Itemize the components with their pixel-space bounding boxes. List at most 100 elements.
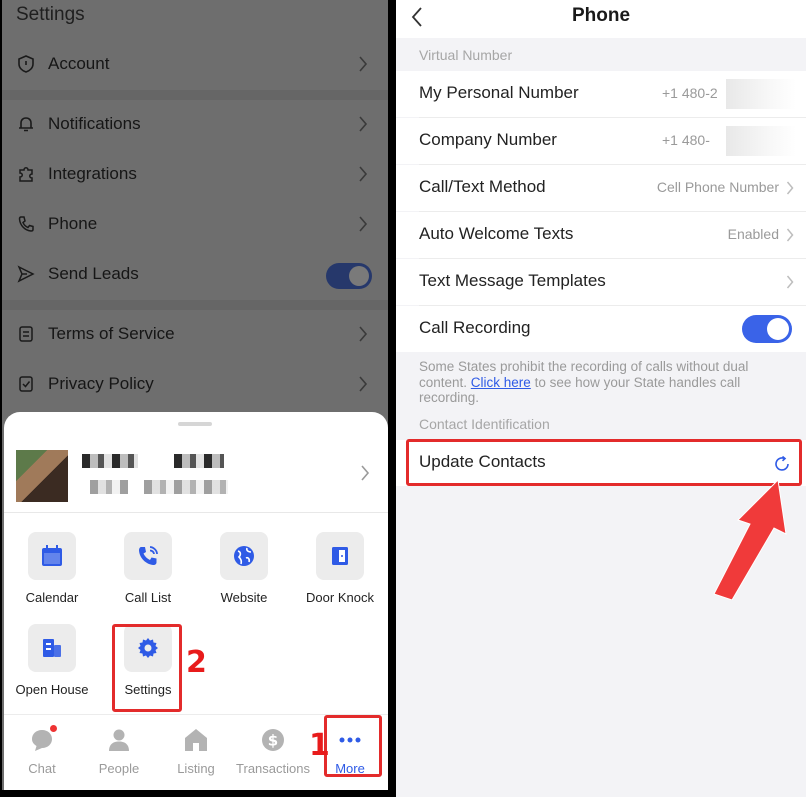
tile-call-list[interactable]: Call List [100,532,196,616]
settings-item-label: Notifications [48,114,141,133]
call-recording-note: Some States prohibit the recording of ca… [419,359,794,406]
svg-text:$: $ [268,732,278,750]
screenshot-stage: Settings Account Notifications Integrati… [0,0,806,797]
tile-icon-box [28,624,76,672]
nav-header: Phone [396,0,806,38]
tile-label: Website [220,590,268,605]
tab-label: People [98,761,140,776]
door-icon [332,547,348,565]
row-value: +1 480-2 [662,85,718,101]
tab-label: Listing [177,761,215,776]
settings-item-terms[interactable]: Terms of Service [2,310,388,360]
dollar-icon: $ [262,729,284,751]
row-text-message-templates[interactable]: Text Message Templates [396,259,806,305]
tile-label: Open House [15,682,89,697]
notification-badge [50,725,57,732]
tab-chat[interactable]: Chat [4,715,80,785]
row-label: Call/Text Method [419,177,546,196]
chevron-right-icon [359,326,368,342]
settings-item-label: Account [48,54,110,73]
calendar-icon [42,545,62,566]
section-header-contact-identification: Contact Identification [419,416,550,432]
settings-item-label: Integrations [48,164,137,183]
building-icon [43,639,61,657]
tile-website[interactable]: Website [196,532,292,616]
redacted-name [82,454,138,468]
sheet-drag-handle[interactable] [178,422,212,426]
globe-icon [234,546,254,566]
person-icon [109,729,129,751]
divider [2,300,388,310]
divider [2,90,388,100]
chevron-right-icon [786,275,794,289]
phone-settings-screen: Phone Virtual Number My Personal Number … [396,0,806,797]
row-call-text-method[interactable]: Call/Text Method Cell Phone Number [396,165,806,211]
redacted-number [726,79,796,109]
redacted-detail [144,480,228,494]
settings-item-send-leads: Send Leads [2,250,388,300]
chevron-right-icon [359,376,368,392]
row-label: My Personal Number [419,83,579,102]
tile-icon-box [28,532,76,580]
chevron-right-icon [359,116,368,132]
tab-listing[interactable]: Listing [158,715,234,785]
section-header-virtual-number: Virtual Number [419,47,513,63]
row-value: Cell Phone Number [656,179,779,195]
settings-tile-callout [112,624,182,712]
row-label: Call Recording [419,318,531,337]
row-auto-welcome-texts[interactable]: Auto Welcome Texts Enabled [396,212,806,258]
chevron-right-icon [359,56,368,72]
tab-transactions[interactable]: $ Transactions [235,715,311,785]
tile-calendar[interactable]: Calendar [4,532,100,616]
row-value: Enabled [727,226,779,242]
settings-screen-dimmed: Settings Account Notifications Integrati… [2,0,388,790]
tab-label: Transactions [236,761,310,776]
row-label: Company Number [419,130,557,149]
tile-open-house[interactable]: Open House [4,624,100,708]
phone-icon [18,216,34,232]
tile-label: Calendar [25,590,79,605]
settings-item-notifications[interactable]: Notifications [2,100,388,150]
step-number-1: 1 [309,728,330,763]
row-label: Text Message Templates [419,271,606,290]
more-tab-callout [324,715,382,777]
settings-item-label: Terms of Service [48,324,175,343]
tab-people[interactable]: People [81,715,157,785]
profile-card[interactable] [4,440,388,512]
settings-item-account[interactable]: Account [2,40,388,90]
settings-title: Settings [16,4,85,25]
call-recording-toggle[interactable] [742,315,792,343]
row-my-personal-number[interactable]: My Personal Number +1 480-2 [396,71,806,117]
row-company-number[interactable]: Company Number +1 480- [396,118,806,164]
redacted-name [174,454,224,468]
document-icon [19,326,33,342]
send-icon [17,265,35,283]
shield-icon [18,55,34,73]
tile-icon-box [220,532,268,580]
puzzle-icon [19,167,33,182]
divider [4,512,388,513]
settings-item-phone[interactable]: Phone [2,200,388,250]
settings-item-integrations[interactable]: Integrations [2,150,388,200]
pointer-arrow-annotation [713,478,787,600]
chevron-right-icon [359,166,368,182]
page-title: Phone [571,5,631,26]
tile-icon-box [124,532,172,580]
tile-icon-box [316,532,364,580]
chevron-right-icon [786,181,794,195]
house-icon [185,729,207,751]
chevron-right-icon [359,216,368,232]
settings-item-privacy[interactable]: Privacy Policy [2,360,388,410]
click-here-link[interactable]: Click here [471,375,531,390]
tile-door-knock[interactable]: Door Knock [292,532,388,616]
settings-item-label: Send Leads [48,264,139,283]
redacted-detail [90,480,128,494]
checklist-icon [19,376,33,392]
settings-item-label: Phone [48,214,98,233]
settings-item-label: Privacy Policy [48,374,154,393]
tab-label: Chat [28,761,56,776]
tile-label: Call List [124,590,172,605]
send-leads-toggle[interactable] [326,263,372,289]
row-value: +1 480- [662,132,710,148]
chevron-right-icon [361,465,370,481]
